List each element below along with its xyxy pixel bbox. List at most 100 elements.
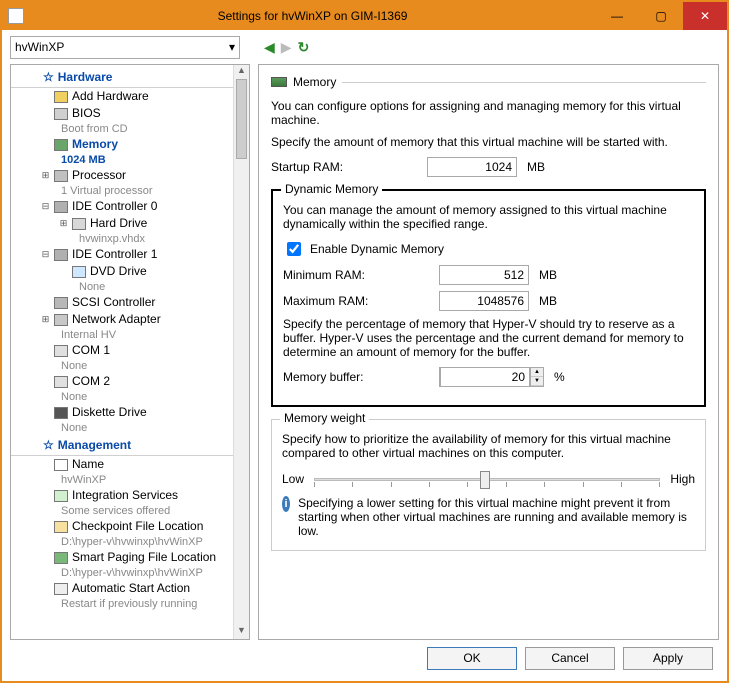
tree-checkpoint[interactable]: Checkpoint File Location [11,518,249,535]
tree-ide1[interactable]: ⊟ IDE Controller 1 [11,246,249,263]
vm-selector[interactable]: hvWinXP ▾ [10,36,240,59]
com-icon [54,376,68,388]
dynamic-memory-group: Dynamic Memory You can manage the amount… [271,189,706,407]
slider-high-label: High [670,472,695,486]
memory-intro: You can configure options for assigning … [271,99,706,127]
memory-weight-desc: Specify how to prioritize the availabili… [282,432,695,460]
cancel-button[interactable]: Cancel [525,647,615,670]
min-ram-unit: MB [539,268,557,282]
enable-dynamic-memory-label: Enable Dynamic Memory [310,242,444,256]
memory-buffer-unit: % [554,370,565,384]
tree-integration[interactable]: Integration Services [11,487,249,504]
name-icon [54,459,68,471]
startup-ram-label: Startup RAM: [271,160,421,174]
tree-dvd-sub: None [11,280,249,294]
tree-bios-sub: Boot from CD [11,122,249,136]
tree-auto-start[interactable]: Automatic Start Action [11,580,249,597]
tree-com1[interactable]: COM 1 [11,342,249,359]
tree-add-hardware[interactable]: Add Hardware [11,88,249,105]
chevron-down-icon: ▾ [229,40,235,54]
spinner-up-icon[interactable]: ▲ [531,368,543,377]
memory-weight-slider[interactable] [314,468,660,490]
min-ram-label: Minimum RAM: [283,268,433,282]
nav-forward-button[interactable]: ▶ [281,39,292,56]
tree-auto-sub: Restart if previously running [11,597,249,611]
processor-icon [54,170,68,182]
tree-scsi[interactable]: SCSI Controller [11,294,249,311]
memory-buffer-input[interactable] [440,367,530,387]
slider-thumb[interactable] [480,471,490,489]
apply-button[interactable]: Apply [623,647,713,670]
startup-ram-input[interactable] [427,157,517,177]
tree-hard-drive-sub: hvwinxp.vhdx [11,232,249,246]
diskette-icon [54,407,68,419]
tree-diskette-sub: None [11,421,249,435]
nav-back-button[interactable]: ◀ [264,39,275,56]
maximize-button[interactable]: ▢ [639,2,683,30]
add-hardware-icon [54,91,68,103]
slider-low-label: Low [282,472,304,486]
scroll-thumb[interactable] [236,79,247,159]
scroll-up-icon[interactable]: ▲ [234,65,249,79]
memory-buffer-label: Memory buffer: [283,370,433,384]
settings-tree[interactable]: ☆ Hardware Add Hardware BIOS Boot from C… [10,64,250,640]
min-ram-input[interactable] [439,265,529,285]
tree-memory[interactable]: Memory [11,136,249,153]
tree-ide0[interactable]: ⊟ IDE Controller 0 [11,198,249,215]
memory-specify: Specify the amount of memory that this v… [271,135,706,149]
scroll-down-icon[interactable]: ▼ [234,625,249,639]
dynamic-memory-title: Dynamic Memory [281,182,382,196]
vm-selector-value: hvWinXP [15,40,64,54]
toolbar: hvWinXP ▾ ◀ ▶ ↻ [2,30,727,64]
management-category: ☆ Management [11,435,249,456]
ide-icon [54,201,68,213]
tree-checkpoint-sub: D:\hyper-v\hvwinxp\hvWinXP [11,535,249,549]
tree-memory-sub: 1024 MB [11,153,249,167]
memory-settings-panel: Memory You can configure options for ass… [258,64,719,640]
network-icon [54,314,68,326]
tree-processor-sub: 1 Virtual processor [11,184,249,198]
refresh-button[interactable]: ↻ [298,39,310,56]
tree-hard-drive[interactable]: ⊞ Hard Drive [11,215,249,232]
tree-processor[interactable]: ⊞ Processor [11,167,249,184]
ok-button[interactable]: OK [427,647,517,670]
tree-name-sub: hvWinXP [11,473,249,487]
tree-network-adapter[interactable]: ⊞ Network Adapter [11,311,249,328]
memory-weight-title: Memory weight [280,411,369,425]
hardware-category: ☆ Hardware [11,67,249,88]
tree-diskette[interactable]: Diskette Drive [11,404,249,421]
auto-start-icon [54,583,68,595]
enable-dynamic-memory-checkbox[interactable] [287,242,301,256]
memory-heading: Memory [293,75,336,89]
tree-com2[interactable]: COM 2 [11,373,249,390]
tree-smart-sub: D:\hyper-v\hvwinxp\hvWinXP [11,566,249,580]
scsi-icon [54,297,68,309]
bios-icon [54,108,68,120]
info-icon: i [282,496,290,512]
dynamic-memory-desc: You can manage the amount of memory assi… [283,203,694,231]
memory-buffer-spinner[interactable]: ▲ ▼ [439,367,544,387]
tree-bios[interactable]: BIOS [11,105,249,122]
window-title: Settings for hvWinXP on GIM-I1369 [30,9,595,23]
close-button[interactable]: ✕ [683,2,727,30]
tree-smart-paging[interactable]: Smart Paging File Location [11,549,249,566]
tree-name[interactable]: Name [11,456,249,473]
minimize-button[interactable]: — [595,2,639,30]
max-ram-input[interactable] [439,291,529,311]
tree-scrollbar[interactable]: ▲ ▼ [233,65,249,639]
startup-ram-unit: MB [527,160,545,174]
dialog-footer: OK Cancel Apply [2,640,727,676]
tree-dvd-drive[interactable]: DVD Drive [11,263,249,280]
checkpoint-icon [54,521,68,533]
dvd-icon [72,266,86,278]
window-icon [8,8,24,24]
spinner-down-icon[interactable]: ▼ [531,377,543,386]
com-icon [54,345,68,357]
tree-com1-sub: None [11,359,249,373]
titlebar: Settings for hvWinXP on GIM-I1369 — ▢ ✕ [2,2,727,30]
tree-com2-sub: None [11,390,249,404]
max-ram-unit: MB [539,294,557,308]
buffer-desc: Specify the percentage of memory that Hy… [283,317,694,359]
integration-icon [54,490,68,502]
hard-drive-icon [72,218,86,230]
